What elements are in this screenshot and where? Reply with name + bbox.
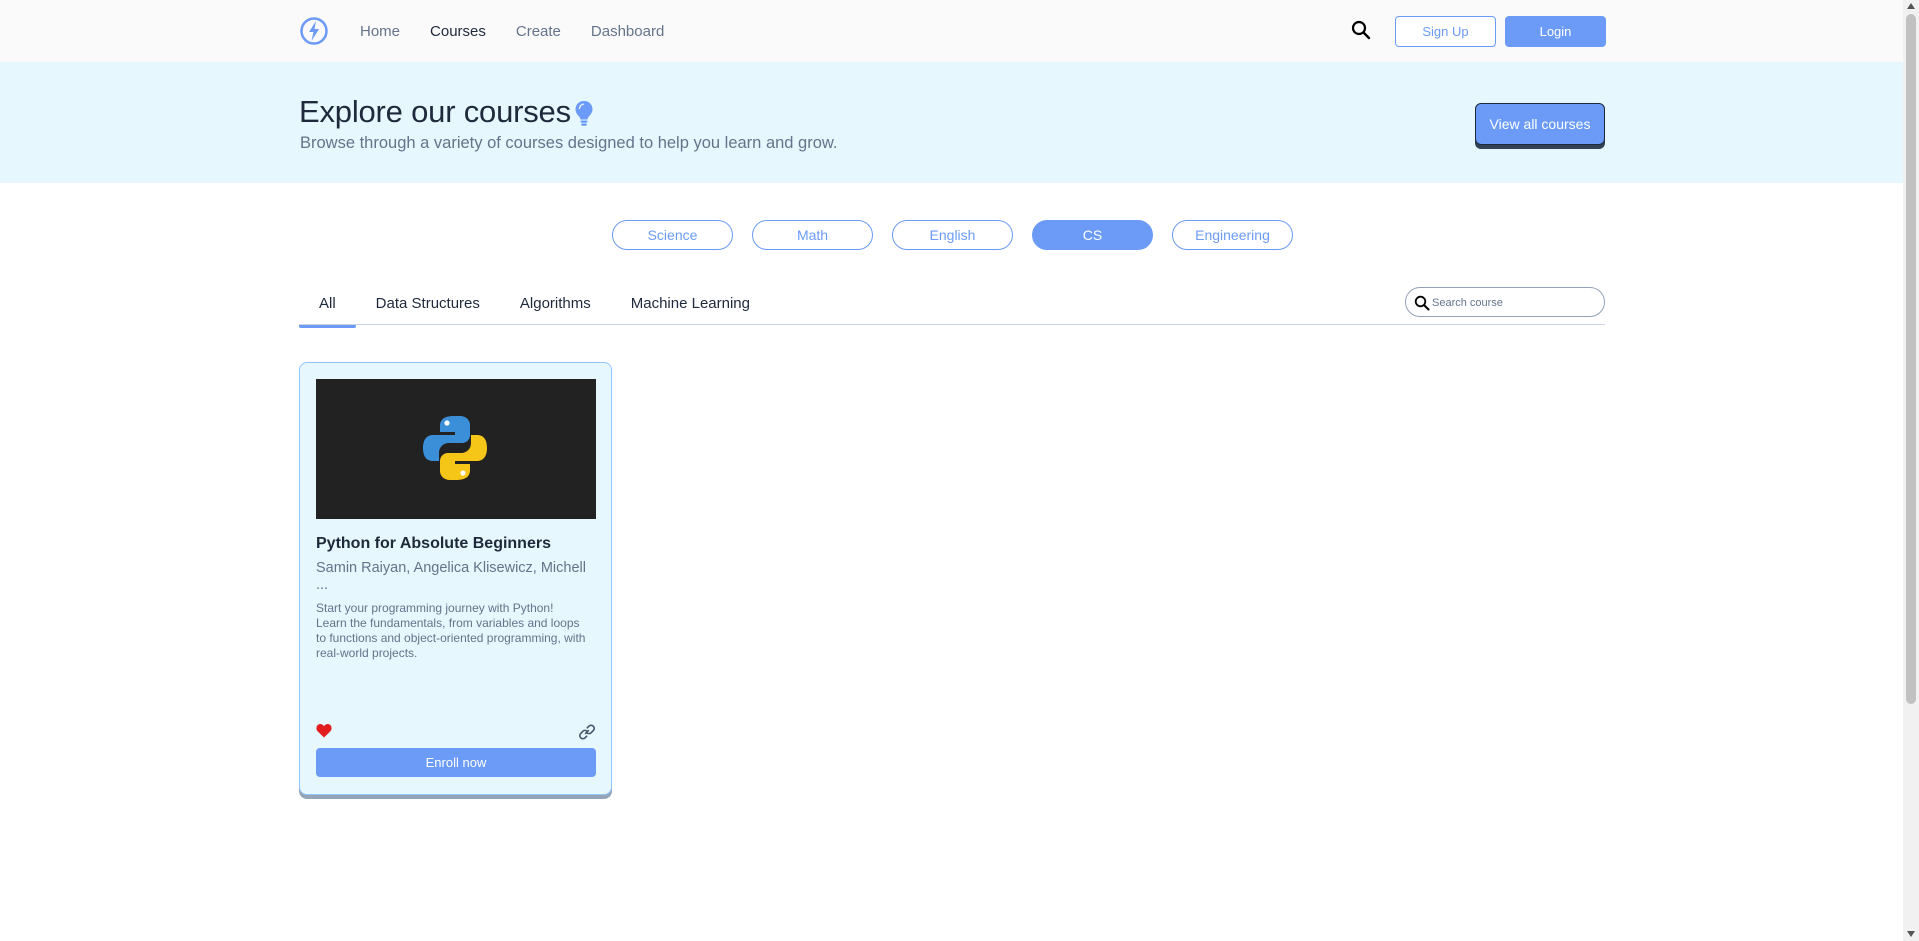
nav-dashboard-link[interactable]: Dashboard: [591, 22, 664, 42]
course-title[interactable]: Python for Absolute Beginners: [316, 533, 551, 555]
main-nav: Home Courses Create Dashboard: [360, 22, 694, 42]
top-navbar: Home Courses Create Dashboard Sign Up Lo…: [0, 0, 1903, 62]
scroll-down-arrow-icon[interactable]: [1907, 931, 1915, 937]
search-button[interactable]: [1350, 20, 1372, 42]
search-course-input[interactable]: [1432, 294, 1597, 312]
enroll-button[interactable]: Enroll now: [316, 748, 596, 777]
tab-algorithms[interactable]: Algorithms: [500, 288, 611, 326]
course-search: [1405, 287, 1605, 317]
nav-courses-link[interactable]: Courses: [430, 22, 486, 42]
python-logo-icon: [423, 416, 487, 480]
nav-home-link[interactable]: Home: [360, 22, 400, 42]
search-icon: [1351, 20, 1371, 40]
scrollbar-thumb[interactable]: [1906, 14, 1916, 704]
heart-icon: [316, 723, 332, 738]
hero-banner: Explore our courses Browse through a var…: [0, 62, 1903, 183]
subject-chip-cs[interactable]: CS: [1032, 220, 1153, 250]
subject-chip-english[interactable]: English: [892, 220, 1013, 250]
nav-create-link[interactable]: Create: [516, 22, 561, 42]
link-icon: [579, 724, 595, 740]
subject-filter: Science Math English CS Engineering: [612, 220, 1312, 250]
subject-chip-math[interactable]: Math: [752, 220, 873, 250]
share-link-button[interactable]: [577, 723, 597, 743]
tab-machine-learning[interactable]: Machine Learning: [611, 288, 770, 326]
sign-up-button[interactable]: Sign Up: [1395, 16, 1496, 47]
lightbulb-icon: [575, 101, 593, 126]
category-tabs: All Data Structures Algorithms Machine L…: [299, 288, 770, 328]
course-authors: Samin Raiyan, Angelica Klisewicz, Michel…: [316, 560, 586, 593]
subject-chip-science[interactable]: Science: [612, 220, 733, 250]
login-button[interactable]: Login: [1505, 16, 1606, 47]
tab-all[interactable]: All: [299, 288, 356, 328]
favorite-button[interactable]: [315, 723, 333, 741]
scroll-up-arrow-icon[interactable]: [1907, 3, 1915, 9]
page-scrollbar[interactable]: [1903, 0, 1919, 941]
tab-data-structures[interactable]: Data Structures: [356, 288, 500, 326]
subject-chip-engineering[interactable]: Engineering: [1172, 220, 1293, 250]
search-icon: [1414, 295, 1430, 311]
course-description: Start your programming journey with Pyth…: [316, 601, 586, 660]
page-title: Explore our courses: [299, 94, 571, 129]
bolt-logo-icon[interactable]: [299, 16, 329, 46]
page-subtitle: Browse through a variety of courses desi…: [300, 134, 838, 152]
tabs-divider: [299, 324, 1605, 325]
course-thumbnail: [316, 379, 596, 519]
course-card[interactable]: Python for Absolute Beginners Samin Raiy…: [299, 362, 612, 795]
view-all-courses-button[interactable]: View all courses: [1475, 103, 1605, 145]
